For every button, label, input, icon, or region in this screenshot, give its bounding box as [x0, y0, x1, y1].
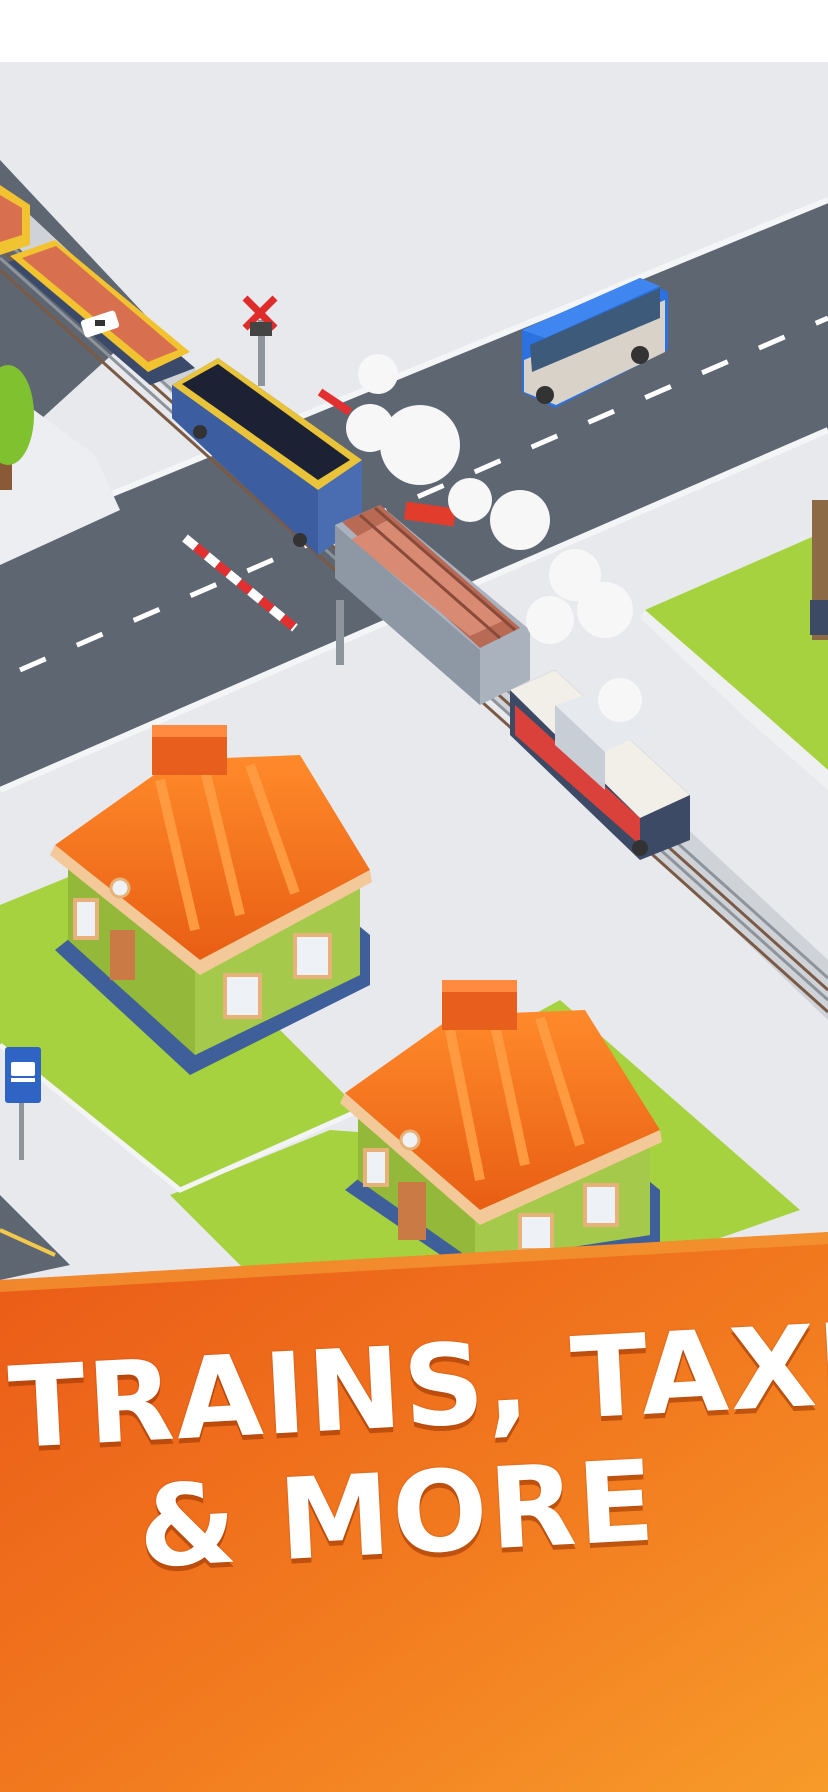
promo-title: TRAINS, TAXIS & MORE [0, 1295, 828, 1594]
top-strip [0, 0, 828, 62]
